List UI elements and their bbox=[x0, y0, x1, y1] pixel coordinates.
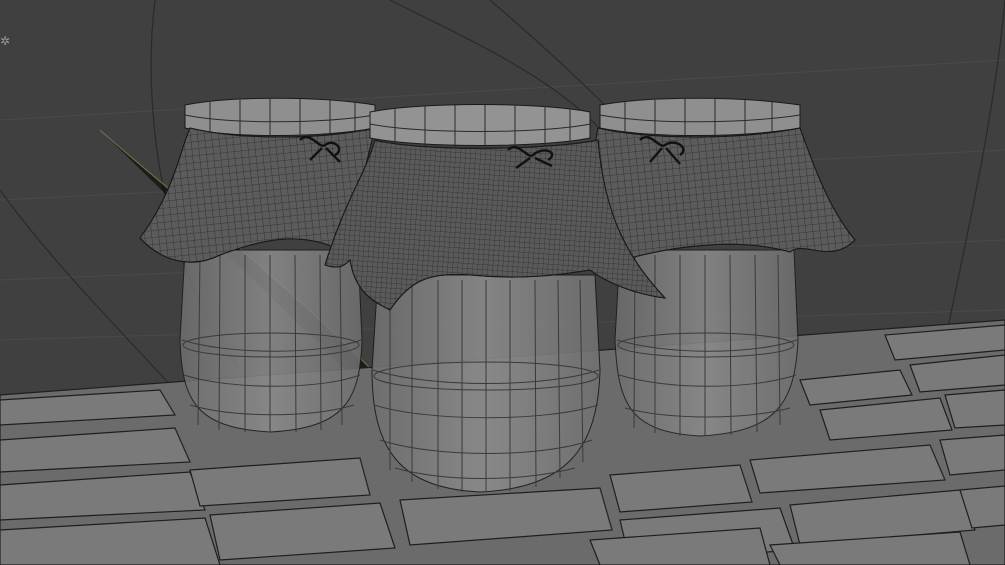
wireframe-scene[interactable] bbox=[0, 0, 1005, 565]
light-icon[interactable]: ✲ bbox=[0, 34, 12, 48]
left-jar-body bbox=[179, 249, 363, 433]
center-jar-lid bbox=[369, 104, 591, 146]
left-jar-lid bbox=[184, 97, 376, 136]
3d-viewport[interactable]: ✲ bbox=[0, 0, 1005, 565]
right-jar-lid bbox=[599, 97, 801, 136]
